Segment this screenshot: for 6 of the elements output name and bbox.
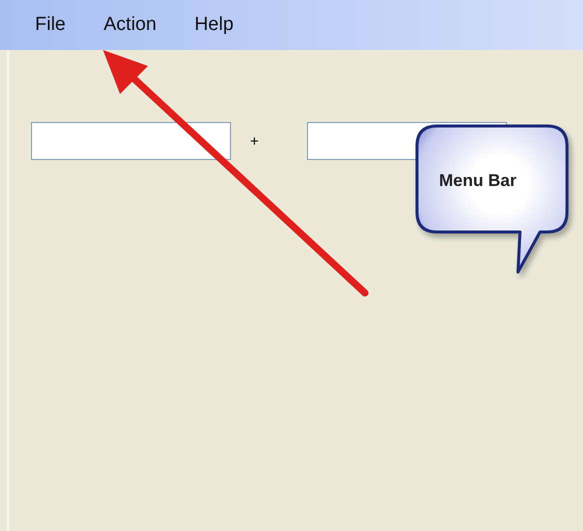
menu-item[interactable]: File — [26, 14, 75, 36]
input-field[interactable] — [31, 122, 231, 160]
plus-sign: + — [249, 132, 260, 150]
menu-item[interactable]: Help — [185, 14, 243, 36]
callout-text: Menu Bar — [439, 171, 516, 191]
menu-item[interactable]: Action — [94, 14, 166, 36]
